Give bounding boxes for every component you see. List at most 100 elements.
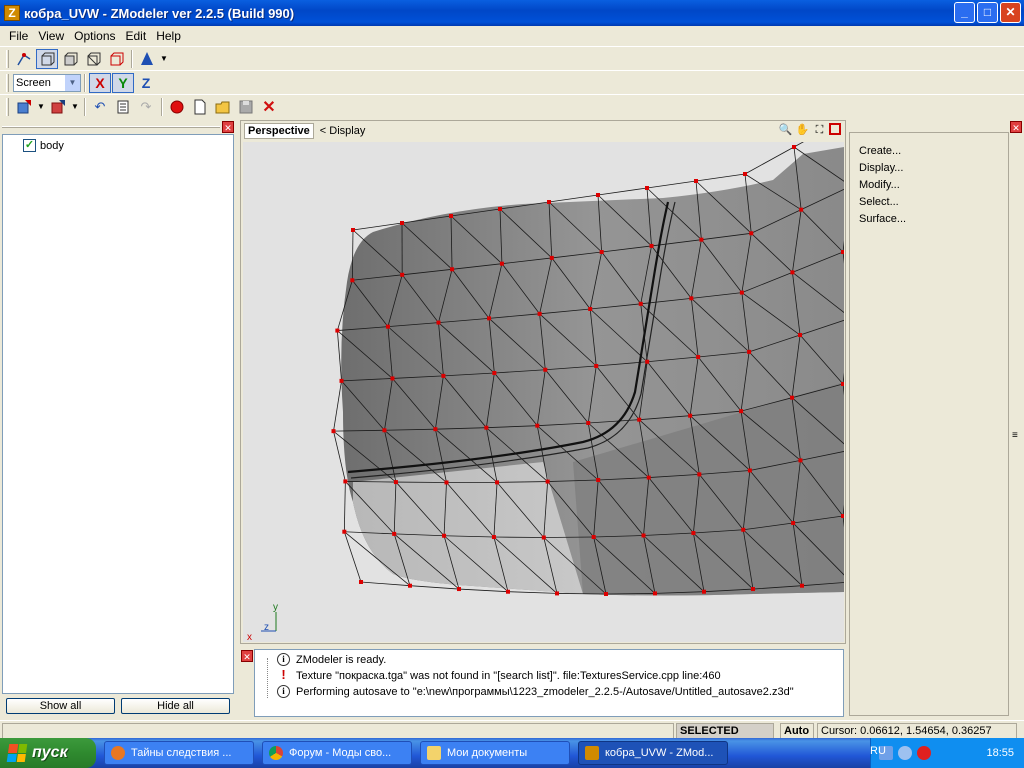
mesh-vertex[interactable] (749, 231, 754, 236)
axis-y-toggle[interactable]: Y (112, 72, 134, 93)
toolbar-grip[interactable] (6, 97, 9, 116)
mesh-vertex[interactable] (645, 359, 650, 364)
mesh-vertex[interactable] (484, 425, 489, 430)
mesh-vertex[interactable] (739, 290, 744, 295)
show-all-button[interactable]: Show all (6, 698, 115, 714)
mesh-vertex[interactable] (400, 272, 405, 277)
mesh-vertex[interactable] (392, 531, 397, 536)
mesh-vertex[interactable] (495, 480, 500, 485)
mesh-vertex[interactable] (450, 267, 455, 272)
command-create[interactable]: Create... (859, 145, 901, 157)
close-button[interactable]: ✕ (1000, 2, 1021, 23)
panel-grip[interactable] (2, 126, 220, 128)
delete-icon[interactable]: ✕ (258, 97, 280, 117)
mesh-vertex[interactable] (653, 591, 657, 596)
mesh-vertex[interactable] (800, 583, 804, 588)
mesh-vertex[interactable] (343, 479, 348, 484)
mesh-vertex[interactable] (689, 296, 694, 301)
mesh-vertex[interactable] (790, 270, 795, 275)
mesh-vertex[interactable] (400, 221, 404, 225)
pan-hand-icon[interactable]: ✋ (795, 123, 810, 138)
mesh-vertex[interactable] (547, 200, 551, 204)
clock[interactable]: 18:55 (986, 747, 1014, 759)
object-tree[interactable]: ✓ body (2, 134, 234, 694)
display-menu[interactable]: < Display (320, 125, 366, 137)
mesh-vertex[interactable] (596, 478, 601, 482)
new-file-icon[interactable] (189, 97, 211, 117)
mesh-vertex[interactable] (792, 145, 796, 149)
mesh-vertex[interactable] (588, 307, 593, 311)
mesh-vertex[interactable] (408, 583, 412, 588)
chevron-down-icon[interactable]: ▼ (65, 74, 80, 91)
mesh-vertex[interactable] (498, 207, 502, 211)
auto-indicator[interactable]: Auto (780, 723, 814, 739)
hide-all-button[interactable]: Hide all (121, 698, 230, 714)
taskbar-item-firefox[interactable]: Тайны следствия ... (104, 741, 254, 765)
redo-icon[interactable]: ↷ (135, 97, 157, 117)
language-indicator[interactable]: RU (870, 745, 886, 757)
mesh-vertex[interactable] (342, 529, 347, 534)
selection-mode-indicator[interactable]: SELECTED MODE (676, 723, 774, 751)
close-icon[interactable]: ✕ (222, 121, 234, 133)
mesh-vertex[interactable] (350, 278, 355, 283)
mesh-vertex[interactable] (599, 250, 604, 254)
export-icon[interactable] (47, 97, 69, 117)
log-entry[interactable]: i Performing autosave to "e:\new\програм… (277, 685, 794, 698)
mesh-vertex[interactable] (691, 531, 696, 536)
toolbar-grip[interactable] (6, 49, 9, 68)
mesh-vertex[interactable] (390, 376, 395, 381)
view-name-label[interactable]: Perspective (244, 123, 314, 139)
mesh-vertex[interactable] (751, 587, 755, 592)
save-icon[interactable] (235, 97, 257, 117)
log-entry[interactable]: ! Texture "покраска.tga" was not found i… (277, 668, 720, 682)
mesh-vertex[interactable] (449, 214, 453, 218)
mesh-vertex[interactable] (702, 589, 706, 594)
menu-edit[interactable]: Edit (121, 29, 152, 43)
mesh-vertex[interactable] (741, 527, 746, 532)
command-select[interactable]: Select... (859, 196, 899, 208)
mesh-vertex[interactable] (646, 475, 651, 480)
mesh-vertex[interactable] (841, 382, 844, 386)
zoom-icon[interactable]: 🔍 (778, 123, 793, 138)
tree-item-body[interactable]: ✓ body (23, 139, 64, 152)
menu-view[interactable]: View (33, 29, 69, 43)
start-button[interactable]: пуск (0, 738, 96, 768)
cone-primitive-icon[interactable] (136, 49, 158, 69)
menu-options[interactable]: Options (69, 29, 120, 43)
mesh-vertex[interactable] (339, 378, 344, 383)
toolbar-grip[interactable] (6, 73, 9, 92)
object-mode-icon[interactable] (36, 48, 58, 69)
mesh-vertex[interactable] (543, 367, 548, 372)
open-folder-icon[interactable] (212, 97, 234, 117)
mesh-vertex[interactable] (487, 316, 492, 321)
visibility-checkbox[interactable]: ✓ (23, 139, 36, 152)
mesh-vertex[interactable] (799, 207, 804, 212)
volume-icon[interactable] (898, 746, 912, 760)
mesh-vertex[interactable] (359, 580, 363, 584)
mesh-vertex[interactable] (747, 349, 752, 354)
mesh-vertex[interactable] (586, 421, 591, 425)
3d-viewport-canvas[interactable]: y z x (243, 142, 844, 642)
dropdown-arrow-icon[interactable]: ▼ (159, 49, 169, 69)
zmodeler-app-icon[interactable]: Z (4, 5, 20, 21)
mesh-vertex[interactable] (436, 320, 441, 325)
mesh-vertex[interactable] (441, 373, 446, 378)
mesh-vertex[interactable] (747, 468, 752, 473)
mesh-vertex[interactable] (491, 535, 496, 540)
mesh-vertex[interactable] (591, 535, 596, 539)
menu-help[interactable]: Help (151, 29, 186, 43)
mesh-vertex[interactable] (506, 589, 510, 594)
mesh-vertex[interactable] (555, 591, 559, 596)
mesh-vertex[interactable] (694, 179, 698, 183)
mesh-vertex[interactable] (393, 480, 398, 485)
close-icon[interactable]: ✕ (241, 650, 253, 662)
mesh-vertex[interactable] (444, 480, 449, 485)
maximize-button[interactable]: □ (977, 2, 998, 23)
coordinate-system-select[interactable]: Screen ▼ (13, 73, 81, 92)
edge-mode-icon[interactable] (82, 49, 104, 69)
mesh-vertex[interactable] (433, 427, 438, 432)
mesh-vertex[interactable] (798, 333, 803, 338)
mesh-vertex[interactable] (841, 250, 844, 254)
vertex-mode-icon[interactable] (13, 49, 35, 69)
mesh-vertex[interactable] (457, 587, 461, 592)
